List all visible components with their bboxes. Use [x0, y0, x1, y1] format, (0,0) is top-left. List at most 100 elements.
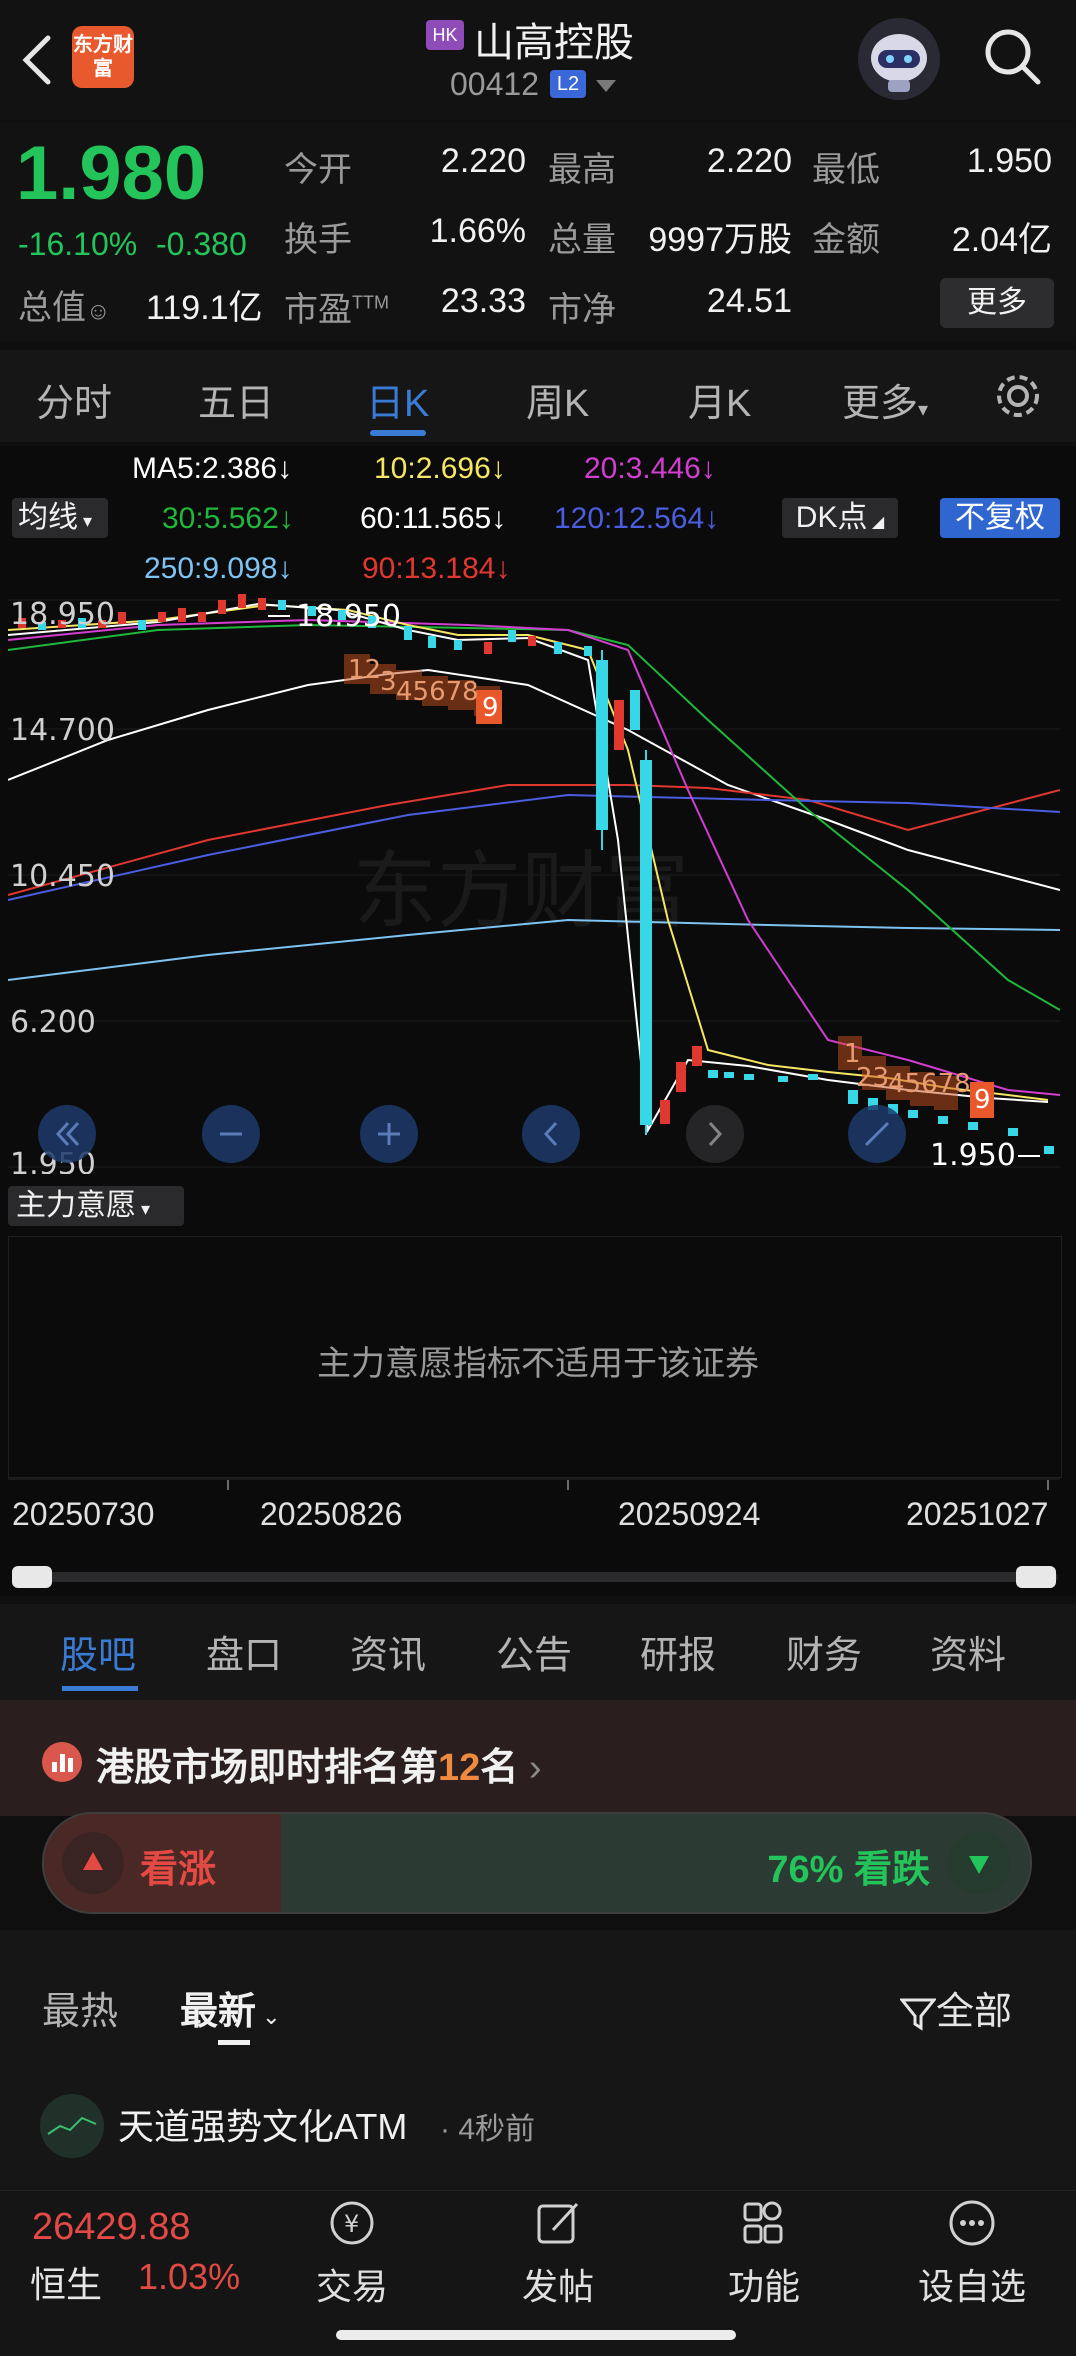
svg-text:9: 9 — [482, 693, 499, 723]
tab-financials[interactable]: 财务 — [786, 1624, 862, 1679]
nav-trade[interactable]: ¥ 交易 — [282, 2196, 422, 2310]
tab-intraday[interactable]: 分时 — [36, 372, 112, 427]
nav-functions[interactable]: 功能 — [694, 2196, 834, 2310]
date-label-4: 20251027 — [906, 1496, 1049, 1532]
scroll-right-button[interactable] — [686, 1105, 744, 1163]
feed-tab-hot[interactable]: 最热 — [42, 1980, 118, 2035]
price-label-2: 14.700 — [10, 713, 115, 748]
grid-icon — [743, 2201, 783, 2244]
range-handle-left[interactable] — [12, 1566, 52, 1588]
ma120-label: 120:12.564↓ — [554, 502, 720, 535]
dk-point-button[interactable]: DK点 ◢ — [782, 498, 898, 538]
last-price: 1.980 — [16, 131, 207, 216]
chart-range-scrollbar[interactable] — [12, 1572, 1058, 1582]
nav-add-watchlist[interactable]: 设自选 — [902, 2196, 1042, 2310]
date-label-2: 20250826 — [260, 1496, 403, 1532]
stock-code: 00412 — [450, 66, 539, 102]
bull-label[interactable]: 看涨 — [140, 1838, 216, 1893]
tab-daily-k[interactable]: 日K — [366, 372, 429, 427]
candlestick-chart[interactable]: 东方财富 12 3 45678 9 1 23 45678 9 18.950 14… — [8, 590, 1060, 1174]
index-change[interactable]: 1.03% — [138, 2256, 240, 2298]
svg-text:9: 9 — [974, 1085, 991, 1115]
chevron-down-icon[interactable] — [596, 80, 616, 92]
rank-text[interactable]: 港股市场即时排名第12名 › — [96, 1736, 542, 1791]
tab-weekly-k[interactable]: 周K — [526, 372, 589, 427]
ma20-label: 20:3.446↓ — [584, 452, 716, 485]
change-amount: -0.380 — [156, 226, 247, 262]
feed-active-indicator — [218, 2040, 250, 2045]
feed-filter-button[interactable]: 全部 — [898, 1980, 1012, 2035]
ma90-label: 90:13.184↓ — [362, 552, 511, 585]
market-cap-label: 总值☺ — [18, 289, 111, 327]
avatar[interactable] — [40, 2094, 104, 2158]
back-arrow-icon[interactable] — [18, 30, 58, 90]
compose-icon — [537, 2202, 579, 2244]
ranking-chart-icon — [42, 1742, 82, 1782]
high-marker: 18.950 — [296, 599, 401, 634]
low-value: 1.950 — [966, 142, 1052, 180]
tab-orderbook[interactable]: 盘口 — [206, 1624, 282, 1679]
turnover-value: 1.66% — [429, 212, 526, 250]
tab-monthly-k[interactable]: 月K — [688, 372, 751, 427]
svg-text:45678: 45678 — [888, 1069, 971, 1099]
amount-value: 2.04亿 — [951, 221, 1052, 259]
tab-research[interactable]: 研报 — [640, 1624, 716, 1679]
stock-name: 山高控股 — [474, 21, 634, 65]
fullscreen-button[interactable] — [848, 1105, 906, 1163]
low-label: 最低 — [812, 151, 880, 189]
scroll-left-fast-button[interactable] — [38, 1105, 96, 1163]
pe-value: 23.33 — [440, 282, 526, 320]
change-percent: -16.10% — [18, 226, 138, 262]
tab-more-periods[interactable]: 更多▾ — [842, 372, 928, 427]
ma10-label: 10:2.696↓ — [374, 452, 506, 485]
range-handle-right[interactable] — [1016, 1566, 1056, 1588]
settings-gear-icon[interactable] — [992, 370, 1044, 422]
index-value[interactable]: 26429.88 — [32, 2206, 191, 2249]
ma30-line — [8, 623, 1060, 1011]
zoom-out-button[interactable] — [202, 1105, 260, 1163]
bear-vote-button[interactable] — [948, 1832, 1010, 1894]
open-value: 2.220 — [440, 142, 526, 180]
search-icon[interactable] — [980, 24, 1044, 88]
nav-post[interactable]: 发帖 — [488, 2196, 628, 2310]
ma250-label: 250:9.098↓ — [144, 552, 293, 585]
post-timestamp: · 4秒前 — [440, 2113, 536, 2146]
turnover-label: 换手 — [284, 221, 352, 259]
bear-label[interactable]: 76% 看跌 — [700, 1838, 930, 1893]
amount-label: 金额 — [812, 221, 880, 259]
indicator-selector[interactable]: 主力意愿 ▾ — [8, 1186, 184, 1226]
high-value: 2.220 — [706, 142, 792, 180]
tab-profile[interactable]: 资料 — [930, 1624, 1006, 1679]
scroll-left-button[interactable] — [522, 1105, 580, 1163]
market-badge: HK — [426, 20, 464, 50]
feed-tab-latest[interactable]: 最新 ⌄ — [180, 1980, 281, 2035]
level2-badge[interactable]: L2 — [550, 70, 586, 98]
post-username[interactable]: 天道强势文化ATM — [118, 2098, 407, 2150]
pe-label: 市盈TTM — [284, 291, 389, 329]
zoom-in-button[interactable] — [360, 1105, 418, 1163]
tab-five-day[interactable]: 五日 — [198, 372, 274, 427]
svg-text:45678: 45678 — [396, 677, 479, 707]
ma5-label: MA5:2.386↓ — [132, 452, 293, 485]
more-quote-button[interactable]: 更多 — [940, 278, 1054, 328]
open-label: 今开 — [284, 151, 352, 189]
filter-icon — [898, 1998, 938, 2031]
more-dots-icon — [949, 2200, 995, 2246]
ma30-label: 30:5.562↓ — [162, 502, 294, 535]
ma-toggle-button[interactable]: 均线 ▾ — [12, 498, 108, 538]
index-name[interactable]: 恒生 — [30, 2256, 102, 2308]
adjust-mode-button[interactable]: 不复权 — [940, 498, 1060, 538]
high-label: 最高 — [548, 151, 616, 189]
td-sequence-top: 12 3 45678 9 — [344, 654, 502, 724]
bull-vote-button[interactable] — [62, 1832, 124, 1894]
tab-announcements[interactable]: 公告 — [496, 1624, 572, 1679]
tab-forum[interactable]: 股吧 — [60, 1624, 136, 1679]
volume-label: 总量 — [548, 221, 616, 259]
indicator-unavailable-message: 主力意愿指标不适用于该证券 — [317, 1345, 759, 1383]
tab-news[interactable]: 资讯 — [350, 1624, 426, 1679]
assistant-robot-icon[interactable] — [858, 18, 940, 100]
ma60-label: 60:11.565↓ — [360, 502, 507, 535]
home-indicator — [336, 2330, 736, 2340]
active-tab-indicator — [370, 430, 426, 436]
svg-text:¥: ¥ — [344, 2210, 359, 2238]
